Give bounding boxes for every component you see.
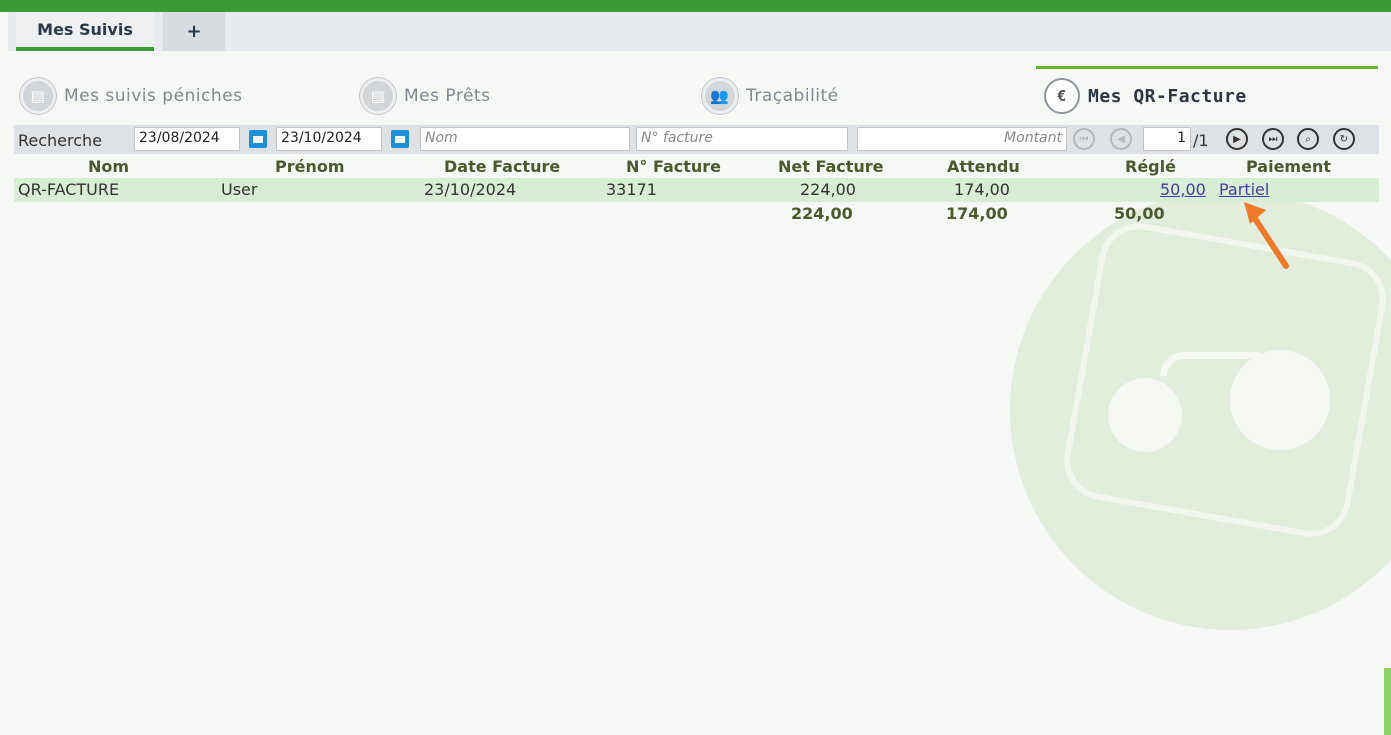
nav-mes-prets[interactable]: ▤ Mes Prêts bbox=[360, 76, 490, 116]
cell-prenom: User bbox=[221, 180, 258, 199]
active-tab-indicator bbox=[1036, 66, 1378, 69]
total-net: 224,00 bbox=[791, 204, 853, 223]
search-icon[interactable]: ⌕ bbox=[1297, 128, 1319, 150]
refresh-icon[interactable]: ↻ bbox=[1333, 128, 1355, 150]
date-to-input[interactable]: 23/10/2024 bbox=[276, 127, 382, 151]
cell-attendu: 174,00 bbox=[954, 180, 1010, 199]
previous-page-icon[interactable]: ◀ bbox=[1110, 128, 1132, 150]
calendar-icon[interactable] bbox=[249, 130, 267, 148]
total-attendu: 174,00 bbox=[946, 204, 1008, 223]
col-header-attendu[interactable]: Attendu bbox=[947, 157, 1020, 176]
watermark-shape bbox=[1108, 378, 1182, 452]
people-icon: 👥 bbox=[702, 78, 738, 114]
page-total: /1 bbox=[1193, 131, 1209, 150]
nav-label: Traçabilité bbox=[746, 86, 839, 106]
document-icon: ▤ bbox=[20, 78, 56, 114]
side-strip bbox=[1384, 668, 1391, 735]
invoice-number-input[interactable]: N° facture bbox=[636, 127, 848, 151]
cell-net: 224,00 bbox=[800, 180, 856, 199]
tab-mes-suivis[interactable]: Mes Suivis bbox=[16, 12, 154, 51]
amount-input[interactable]: Montant bbox=[857, 127, 1067, 151]
total-regle: 50,00 bbox=[1114, 204, 1165, 223]
regle-link[interactable]: 50,00 bbox=[1160, 180, 1206, 199]
tab-strip: Mes Suivis + bbox=[8, 12, 1391, 51]
nav-tracabilite[interactable]: 👥 Traçabilité bbox=[702, 76, 839, 116]
document-icon: ▤ bbox=[360, 78, 396, 114]
add-tab-button[interactable]: + bbox=[163, 12, 225, 51]
cell-date: 23/10/2024 bbox=[424, 180, 517, 199]
col-header-prenom[interactable]: Prénom bbox=[275, 157, 345, 176]
col-header-date[interactable]: Date Facture bbox=[444, 157, 560, 176]
col-header-paiement[interactable]: Paiement bbox=[1246, 157, 1331, 176]
col-header-regle[interactable]: Réglé bbox=[1125, 157, 1176, 176]
name-search-input[interactable]: Nom bbox=[420, 127, 630, 151]
calendar-icon[interactable] bbox=[391, 130, 409, 148]
search-label: Recherche bbox=[18, 131, 103, 150]
cell-nom: QR-FACTURE bbox=[18, 180, 120, 199]
nav-label: Mes suivis péniches bbox=[64, 86, 243, 106]
col-header-net[interactable]: Net Facture bbox=[778, 157, 884, 176]
nav-mes-suivis-peniches[interactable]: ▤ Mes suivis péniches bbox=[20, 76, 242, 116]
watermark-frame bbox=[1057, 216, 1391, 544]
first-page-icon[interactable]: ⏮ bbox=[1073, 128, 1095, 150]
date-from-input[interactable]: 23/08/2024 bbox=[134, 127, 240, 151]
watermark-shape bbox=[1160, 352, 1280, 376]
col-header-numero[interactable]: N° Facture bbox=[626, 157, 721, 176]
page-number-input[interactable]: 1 bbox=[1143, 127, 1191, 151]
euro-people-icon: € bbox=[1044, 78, 1080, 114]
nav-label: Mes Prêts bbox=[404, 86, 491, 106]
col-header-nom[interactable]: Nom bbox=[88, 157, 129, 176]
nav-mes-qr-facture[interactable]: € Mes QR-Facture bbox=[1044, 76, 1247, 116]
cell-numero: 33171 bbox=[606, 180, 657, 199]
annotation-arrow-icon bbox=[1244, 202, 1289, 269]
next-page-icon[interactable]: ▶ bbox=[1226, 128, 1248, 150]
top-bar bbox=[0, 0, 1391, 12]
last-page-icon[interactable]: ⏭ bbox=[1262, 128, 1284, 150]
nav-label: Mes QR-Facture bbox=[1088, 85, 1247, 107]
